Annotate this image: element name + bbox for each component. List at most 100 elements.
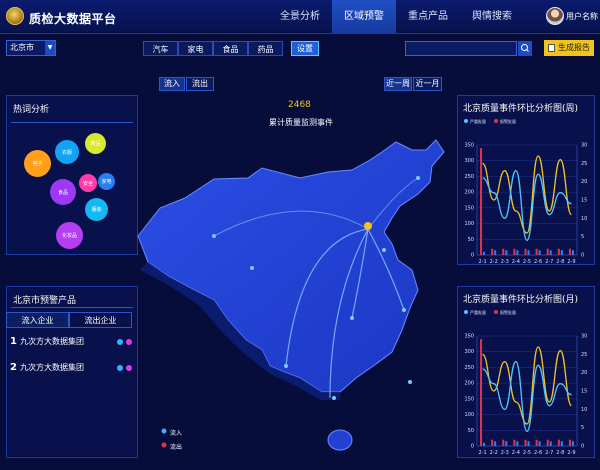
legend-label: 报警批量 xyxy=(500,118,516,124)
y-tick-label-left: 300 xyxy=(464,158,474,164)
bar xyxy=(483,442,486,446)
bar xyxy=(549,250,552,255)
x-tick-label: 2-3 xyxy=(501,450,509,456)
y-tick-label-left: 350 xyxy=(464,143,474,149)
y-tick-label-right: 5 xyxy=(581,234,584,240)
bar xyxy=(571,250,574,255)
bar xyxy=(560,441,563,446)
bar xyxy=(557,248,560,255)
bar xyxy=(527,441,530,446)
y-tick-label-left: 200 xyxy=(464,381,474,387)
bar xyxy=(494,441,497,446)
legend-label: 报警批量 xyxy=(500,309,516,315)
y-tick-label-left: 0 xyxy=(471,253,474,259)
beijing-marker[interactable] xyxy=(364,222,372,230)
bar xyxy=(516,250,519,255)
x-tick-label: 2-7 xyxy=(545,259,553,265)
y-tick-label-left: 350 xyxy=(464,334,474,340)
map-shape xyxy=(137,139,445,393)
y-tick-label-left: 0 xyxy=(471,444,474,450)
legend-in-label: 流入 xyxy=(170,430,183,437)
y-tick-label-right: 15 xyxy=(581,389,587,395)
bar xyxy=(494,250,497,255)
series-line xyxy=(482,361,572,432)
bar xyxy=(491,248,494,255)
bar xyxy=(505,441,508,446)
x-tick-label: 2-1 xyxy=(478,450,486,456)
bar xyxy=(502,439,505,446)
y-tick-label-right: 0 xyxy=(581,444,584,450)
bar xyxy=(535,439,538,446)
x-tick-label: 2-3 xyxy=(501,259,509,265)
y-tick-label-right: 25 xyxy=(581,352,587,358)
bar xyxy=(483,251,486,255)
y-tick-label-left: 150 xyxy=(464,205,474,211)
bar xyxy=(502,248,505,255)
bar xyxy=(480,339,483,446)
y-tick-label-left: 150 xyxy=(464,396,474,402)
legend-label: 严重批量 xyxy=(470,118,486,124)
bar xyxy=(535,248,538,255)
x-tick-label: 2-9 xyxy=(567,259,575,265)
bar xyxy=(546,248,549,255)
legend-swatch xyxy=(464,119,468,123)
bar xyxy=(524,248,527,255)
monthly-chart-title: 北京质量事件环比分析图(月) xyxy=(463,295,579,305)
bar xyxy=(571,441,574,446)
bar xyxy=(549,441,552,446)
weekly-chart-title: 北京质量事件环比分析图(周) xyxy=(463,104,579,114)
legend-swatch xyxy=(494,310,498,314)
x-tick-label: 2-4 xyxy=(512,259,520,265)
y-tick-label-left: 300 xyxy=(464,349,474,355)
y-tick-label-left: 50 xyxy=(468,428,474,434)
x-tick-label: 2-7 xyxy=(545,450,553,456)
x-tick-label: 2-6 xyxy=(534,450,542,456)
y-tick-label-right: 10 xyxy=(581,216,587,222)
bar xyxy=(513,248,516,255)
x-tick-label: 2-1 xyxy=(478,259,486,265)
x-tick-label: 2-2 xyxy=(490,259,498,265)
y-tick-label-right: 20 xyxy=(581,179,587,185)
bar xyxy=(568,439,571,446)
x-tick-label: 2-5 xyxy=(523,450,531,456)
y-tick-label-right: 25 xyxy=(581,161,587,167)
bar xyxy=(491,439,494,446)
y-tick-label-right: 5 xyxy=(581,425,584,431)
x-tick-label: 2-8 xyxy=(556,450,564,456)
bar xyxy=(538,441,541,446)
bar xyxy=(513,439,516,446)
bar xyxy=(505,250,508,255)
legend-in-dot xyxy=(161,428,167,434)
y-tick-label-right: 10 xyxy=(581,407,587,413)
y-tick-label-right: 30 xyxy=(581,143,587,149)
bar xyxy=(480,148,483,255)
y-tick-label-left: 50 xyxy=(468,237,474,243)
bar xyxy=(560,250,563,255)
y-tick-label-left: 250 xyxy=(464,174,474,180)
x-tick-label: 2-2 xyxy=(490,450,498,456)
x-tick-label: 2-4 xyxy=(512,450,520,456)
bar xyxy=(524,439,527,446)
x-tick-label: 2-8 xyxy=(556,259,564,265)
series-line xyxy=(482,170,572,241)
y-tick-label-right: 15 xyxy=(581,198,587,204)
y-tick-label-left: 100 xyxy=(464,221,474,227)
y-tick-label-right: 30 xyxy=(581,334,587,340)
x-tick-label: 2-5 xyxy=(523,259,531,265)
legend-label: 严重批量 xyxy=(470,309,486,315)
bar xyxy=(527,250,530,255)
y-tick-label-right: 20 xyxy=(581,370,587,376)
x-tick-label: 2-6 xyxy=(534,259,542,265)
bar xyxy=(568,248,571,255)
x-tick-label: 2-9 xyxy=(567,450,575,456)
y-tick-label-right: 0 xyxy=(581,253,584,259)
y-tick-label-left: 250 xyxy=(464,365,474,371)
hainan-island xyxy=(327,429,353,451)
legend-swatch xyxy=(494,119,498,123)
y-tick-label-left: 200 xyxy=(464,190,474,196)
bar xyxy=(557,439,560,446)
legend-out-label: 流出 xyxy=(170,444,183,451)
monthly-chart: 严重批量 报警批量 0 50 100 150 200 250 300 350 0 5 10 15 20 25 3… xyxy=(464,309,587,456)
bar xyxy=(516,441,519,446)
bar xyxy=(538,250,541,255)
